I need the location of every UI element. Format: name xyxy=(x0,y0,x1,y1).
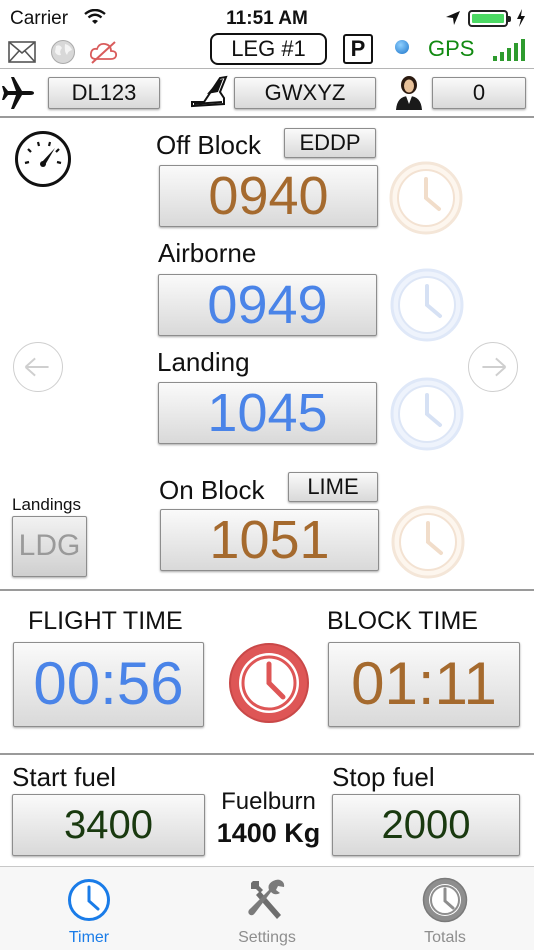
timers-divider xyxy=(0,589,534,591)
tab-totals[interactable]: Totals xyxy=(356,867,534,950)
off-block-time-button[interactable]: 0940 xyxy=(159,165,378,227)
registration-field[interactable]: GWXYZ xyxy=(234,77,376,109)
gps-signal-icon xyxy=(493,39,525,61)
tab-settings-label: Settings xyxy=(238,929,296,946)
fuelburn-label: Fuelburn xyxy=(221,788,316,815)
charging-bolt-icon xyxy=(517,9,525,27)
location-arrow-icon xyxy=(446,11,460,25)
tab-timer[interactable]: Timer xyxy=(0,867,178,950)
on-block-clock-icon[interactable] xyxy=(391,505,465,579)
start-fuel-label: Start fuel xyxy=(12,762,117,792)
timer-tab-clock-icon xyxy=(68,879,110,921)
off-block-label: Off Block xyxy=(156,130,262,160)
landings-label: Landings xyxy=(12,495,82,514)
airborne-clock-icon[interactable] xyxy=(390,268,464,342)
departure-airport-button[interactable]: EDDP xyxy=(284,128,376,158)
previous-leg-arrow-icon[interactable] xyxy=(13,342,63,392)
status-bar: Carrier 11:51 AM xyxy=(0,0,534,36)
wrench-screwdriver-icon xyxy=(248,879,285,919)
totals-divider xyxy=(0,753,534,755)
start-fuel-field[interactable]: 3400 xyxy=(12,794,205,856)
globe-icon[interactable] xyxy=(50,39,76,65)
flight-time-label: FLIGHT TIME xyxy=(28,607,183,635)
landing-label: Landing xyxy=(157,347,250,377)
cloud-off-icon[interactable] xyxy=(88,39,120,65)
next-leg-arrow-icon[interactable] xyxy=(468,342,518,392)
flight-time-display[interactable]: 00:56 xyxy=(13,642,204,727)
info-divider xyxy=(0,116,534,118)
crew-icon xyxy=(396,76,422,110)
block-time-display[interactable]: 01:11 xyxy=(328,642,520,727)
tab-timer-label: Timer xyxy=(68,929,110,946)
off-block-clock-icon[interactable] xyxy=(389,161,463,235)
airplane-icon xyxy=(2,77,34,109)
tab-settings[interactable]: Settings xyxy=(178,867,356,950)
airborne-time-button[interactable]: 0949 xyxy=(158,274,377,336)
stopwatch-clock-icon[interactable] xyxy=(228,642,310,724)
mail-icon[interactable] xyxy=(8,41,36,63)
airborne-label: Airborne xyxy=(158,238,257,268)
gps-label: GPS xyxy=(428,36,475,61)
block-time-label: BLOCK TIME xyxy=(327,607,478,635)
arrival-airport-button[interactable]: LIME xyxy=(288,472,378,502)
landing-time-button[interactable]: 1045 xyxy=(158,382,377,444)
stop-fuel-field[interactable]: 2000 xyxy=(332,794,520,856)
totals-tab-clock-icon xyxy=(422,877,468,923)
leg-selector-button[interactable]: LEG #1 xyxy=(210,33,327,65)
crew-count-field[interactable]: 0 xyxy=(432,77,526,109)
landing-clock-icon[interactable] xyxy=(390,377,464,451)
battery-icon xyxy=(468,10,511,27)
speedometer-icon[interactable] xyxy=(14,130,72,188)
tab-totals-label: Totals xyxy=(424,929,466,946)
landings-counter-button[interactable]: LDG xyxy=(12,516,87,577)
gps-status-dot xyxy=(395,40,409,54)
toolbar-divider xyxy=(0,68,534,69)
tab-bar: Timer Settings Totals xyxy=(0,866,534,950)
parking-button[interactable]: P xyxy=(343,34,373,64)
aircraft-tail-icon xyxy=(191,75,228,108)
flight-number-field[interactable]: DL123 xyxy=(48,77,160,109)
fuelburn-value: 1400 Kg xyxy=(216,818,321,848)
on-block-time-button[interactable]: 1051 xyxy=(160,509,379,571)
stop-fuel-label: Stop fuel xyxy=(332,762,435,792)
on-block-label: On Block xyxy=(159,475,265,505)
